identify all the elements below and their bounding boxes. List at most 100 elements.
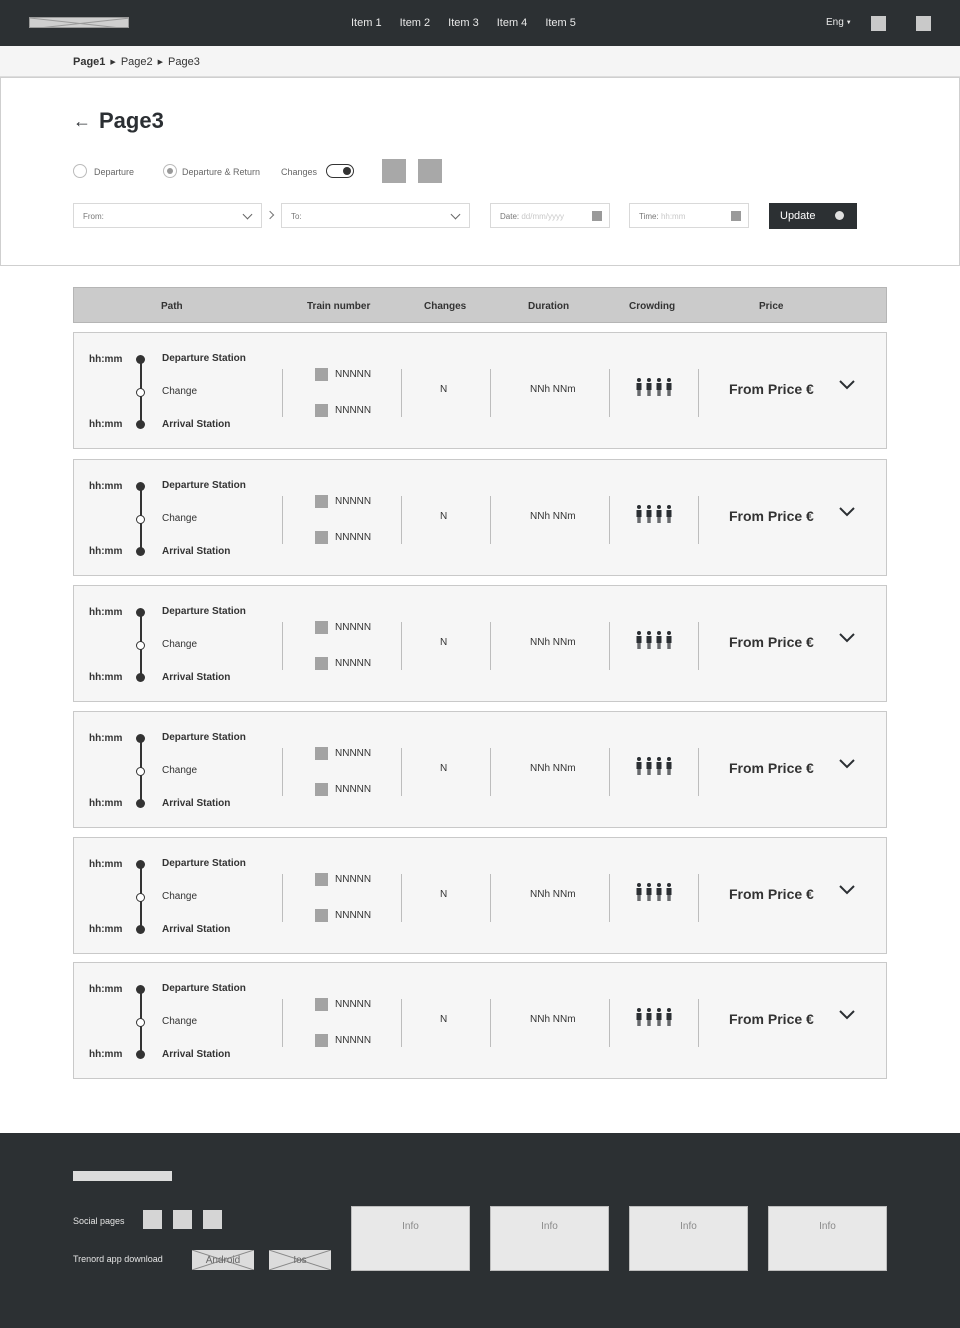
nav-item-4[interactable]: Item 4 (497, 17, 528, 29)
train-number-text: NNNNN (335, 532, 372, 543)
arrival-dot-icon (136, 673, 145, 682)
table-row[interactable]: hh:mm hh:mm Departure Station Change Arrival… (73, 837, 887, 954)
nav-item-5[interactable]: Item 5 (545, 17, 576, 29)
departure-station: Departure Station (162, 858, 246, 869)
arrival-dot-icon (136, 1050, 145, 1059)
chevron-right-icon (265, 210, 275, 220)
price: From Price € (729, 760, 814, 776)
to-field[interactable]: To: (281, 203, 470, 228)
expand-chevron-icon[interactable] (839, 377, 855, 393)
changes-toggle[interactable] (326, 164, 354, 178)
departure-time: hh:mm (89, 481, 123, 492)
train-number-1: NNNNN (315, 621, 371, 634)
nav-item-3[interactable]: Item 3 (448, 17, 479, 29)
column-divider (401, 622, 402, 670)
info-label: Info (541, 1221, 558, 1232)
arrival-time: hh:mm (89, 924, 123, 935)
duration: NNh NNm (530, 637, 576, 648)
column-divider (609, 496, 610, 544)
table-row[interactable]: hh:mm hh:mm Departure Station Change Arrival… (73, 962, 887, 1079)
train-icon (315, 873, 328, 886)
header-path: Path (161, 301, 183, 312)
expand-chevron-icon[interactable] (839, 630, 855, 646)
departure-radio[interactable] (73, 164, 87, 178)
arrival-time: hh:mm (89, 798, 123, 809)
info-box-3[interactable]: Info (629, 1206, 748, 1271)
header-train-number: Train number (307, 301, 371, 312)
change-ring-icon (136, 388, 145, 397)
arrival-station: Arrival Station (162, 672, 231, 683)
breadcrumb-item-1[interactable]: Page1 (73, 56, 105, 68)
train-number-text: NNNNN (335, 658, 372, 669)
expand-chevron-icon[interactable] (839, 882, 855, 898)
footer-logo-placeholder (73, 1171, 172, 1181)
main-menu: Item 1 Item 2 Item 3 Item 4 Item 5 (351, 17, 576, 29)
breadcrumb-item-3[interactable]: Page3 (168, 56, 200, 68)
change-station: Change (162, 891, 198, 902)
social-icon-3[interactable] (203, 1210, 222, 1229)
departure-return-radio[interactable] (163, 164, 177, 178)
expand-chevron-icon[interactable] (839, 756, 855, 772)
date-field[interactable]: Date: dd/mm/yyyy (490, 203, 610, 228)
arrival-station: Arrival Station (162, 1049, 231, 1060)
chevron-down-icon (242, 209, 253, 220)
update-button[interactable]: Update (769, 203, 857, 229)
train-icon (315, 998, 328, 1011)
clock-icon[interactable] (731, 211, 741, 221)
ios-store-button[interactable]: Ios (269, 1250, 331, 1270)
time-field[interactable]: Time: hh:mm (629, 203, 749, 228)
breadcrumb-item-2[interactable]: Page2 (121, 56, 153, 68)
train-number-text: NNNNN (335, 874, 372, 885)
back-arrow-icon[interactable]: ← (73, 111, 91, 132)
from-label: From: (83, 212, 104, 221)
column-divider (401, 748, 402, 796)
info-box-4[interactable]: Info (768, 1206, 887, 1271)
train-icon (315, 909, 328, 922)
departure-return-radio-label: Departure & Return (182, 167, 261, 177)
departure-station: Departure Station (162, 606, 246, 617)
nav-item-1[interactable]: Item 1 (351, 17, 382, 29)
departure-radio-label: Departure (94, 167, 135, 177)
language-selector[interactable]: Eng ▼ (826, 17, 852, 28)
column-divider (698, 999, 699, 1047)
calendar-icon[interactable] (592, 211, 602, 221)
menu-icon[interactable] (916, 16, 931, 31)
arrival-time: hh:mm (89, 1049, 123, 1060)
crowding-people-icon (636, 883, 672, 901)
table-row[interactable]: hh:mm hh:mm Departure Station Change Arrival… (73, 711, 887, 828)
train-number-1: NNNNN (315, 998, 371, 1011)
nav-item-2[interactable]: Item 2 (400, 17, 431, 29)
arrival-time: hh:mm (89, 672, 123, 683)
table-row[interactable]: hh:mm hh:mm Departure Station Change Arrival… (73, 332, 887, 449)
table-row[interactable]: hh:mm hh:mm Departure Station Change Arrival… (73, 459, 887, 576)
expand-chevron-icon[interactable] (839, 1007, 855, 1023)
from-field[interactable]: From: (73, 203, 262, 228)
social-icon-1[interactable] (143, 1210, 162, 1229)
column-divider (490, 369, 491, 417)
train-number-text: NNNNN (335, 369, 372, 380)
train-icon (315, 657, 328, 670)
social-icon-2[interactable] (173, 1210, 192, 1229)
change-ring-icon (136, 767, 145, 776)
crowding-people-icon (636, 505, 672, 523)
departure-dot-icon (136, 860, 145, 869)
caret-down-icon: ▼ (845, 20, 852, 26)
column-divider (490, 874, 491, 922)
arrival-dot-icon (136, 547, 145, 556)
android-store-button[interactable]: Android (192, 1250, 254, 1270)
filter-icon[interactable] (418, 159, 442, 183)
info-label: Info (819, 1221, 836, 1232)
table-row[interactable]: hh:mm hh:mm Departure Station Change Arrival… (73, 585, 887, 702)
logo-placeholder[interactable] (29, 17, 129, 28)
change-station: Change (162, 639, 198, 650)
user-icon[interactable] (871, 16, 886, 31)
departure-time: hh:mm (89, 354, 123, 365)
update-button-label: Update (780, 210, 816, 222)
swap-icon[interactable] (382, 159, 406, 183)
info-box-2[interactable]: Info (490, 1206, 609, 1271)
time-placeholder: hh:mm (660, 212, 686, 221)
header-duration: Duration (528, 301, 570, 312)
info-box-1[interactable]: Info (351, 1206, 470, 1271)
expand-chevron-icon[interactable] (839, 504, 855, 520)
departure-dot-icon (136, 985, 145, 994)
